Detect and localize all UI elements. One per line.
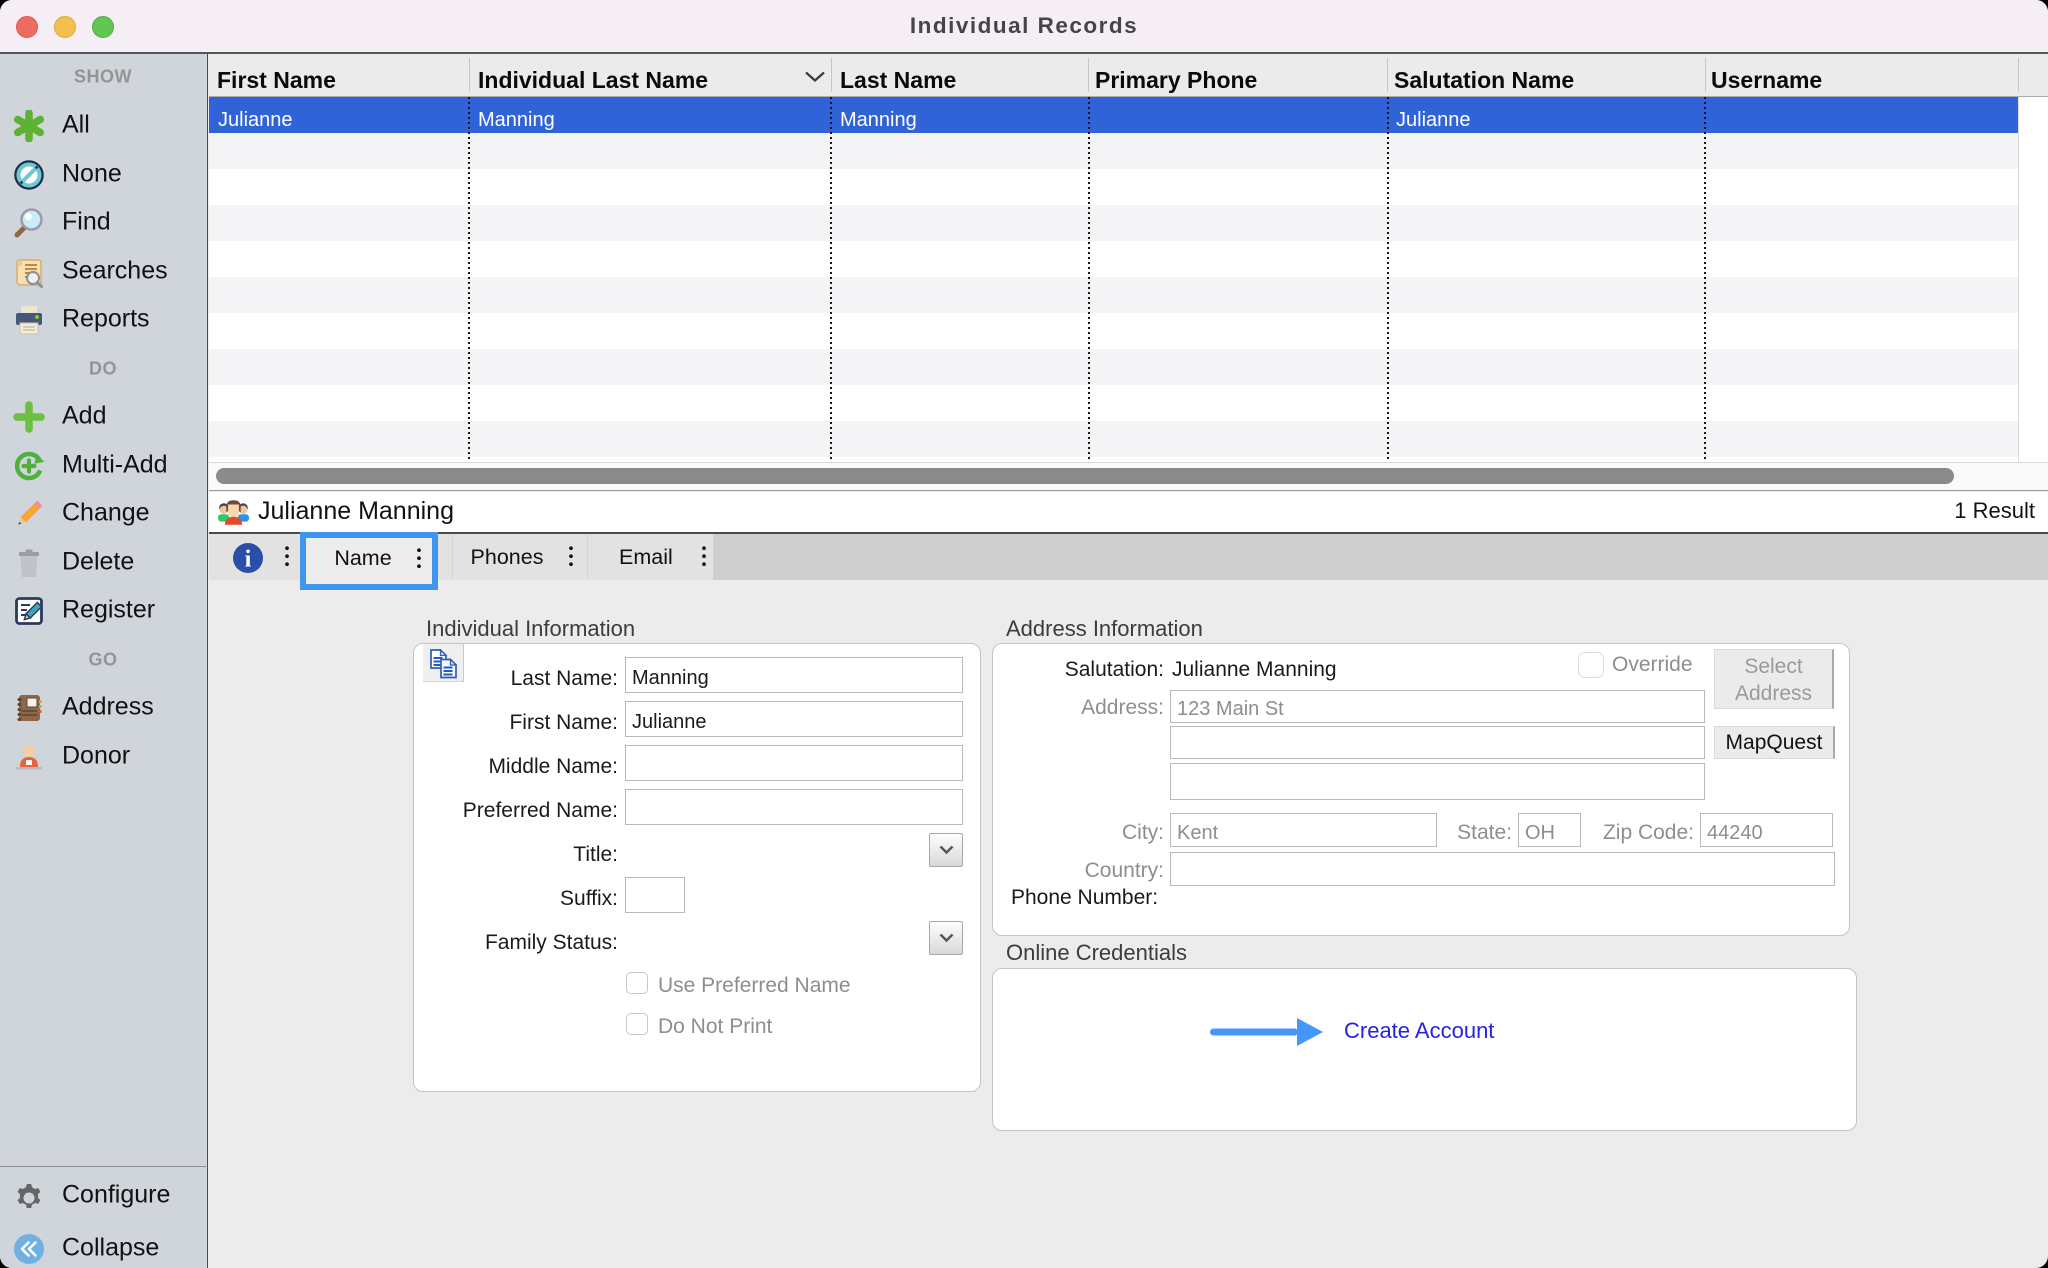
svg-text:i: i xyxy=(245,547,252,573)
